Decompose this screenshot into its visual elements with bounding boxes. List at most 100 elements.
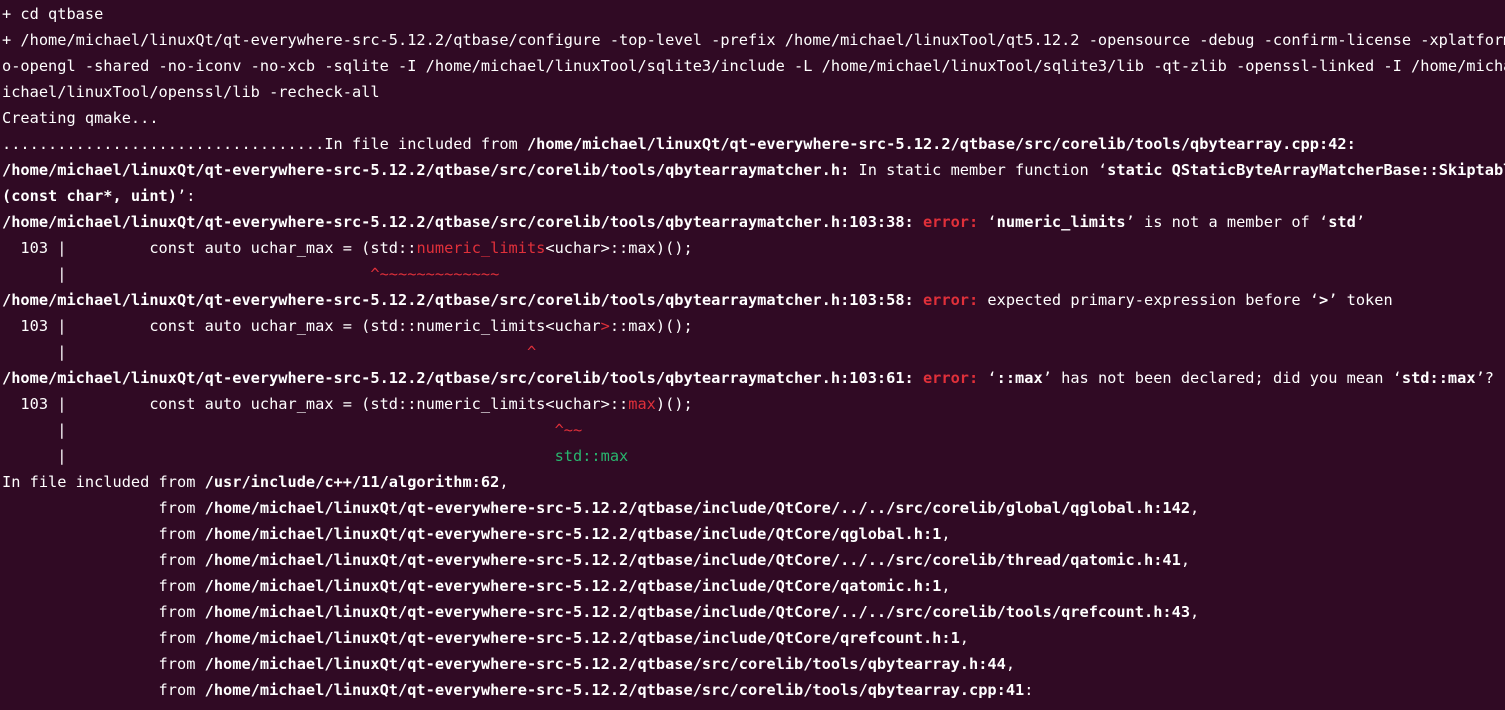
gutter: | <box>2 421 555 439</box>
include-from-line: from /home/michael/linuxQt/qt-everywhere… <box>0 677 1505 703</box>
punctuation: , <box>1005 655 1016 673</box>
symbol: > <box>1318 291 1329 309</box>
file-path: /home/michael/linuxQt/qt-everywhere-src-… <box>204 525 942 543</box>
include-from-line: from /home/michael/linuxQt/qt-everywhere… <box>0 625 1505 651</box>
fixit-suggestion: std::max <box>554 447 629 465</box>
error-message: ’ has not been declared; did you mean ‘ <box>1042 369 1402 387</box>
include-trace-line: ...................................In fi… <box>0 131 1505 157</box>
source-code: <uchar>::max)(); <box>545 239 693 257</box>
from-prefix: from <box>2 681 205 699</box>
include-trace-list: from /home/michael/linuxQt/qt-everywhere… <box>0 495 1505 703</box>
error-line: /home/michael/linuxQt/qt-everywhere-src-… <box>0 365 1505 391</box>
include-from-line: from /home/michael/linuxQt/qt-everywhere… <box>0 651 1505 677</box>
source-code: 103 | const auto uchar_max = (std:: <box>2 239 417 257</box>
gutter: | <box>2 265 371 283</box>
caret-line: | ^~~~~~~~~~~~~~ <box>0 261 1505 287</box>
file-path: /usr/include/c++/11/algorithm:62 <box>204 473 500 491</box>
file-path: /home/michael/linuxQt/qt-everywhere-src-… <box>204 577 942 595</box>
symbol: std <box>1328 213 1356 231</box>
terminal-line: Creating qmake... <box>2 109 159 127</box>
from-prefix: from <box>2 655 205 673</box>
file-path: /home/michael/linuxQt/qt-everywhere-src-… <box>526 135 1347 153</box>
include-text: In file included from <box>2 473 205 491</box>
caret-marker: ^ <box>526 343 537 361</box>
error-message: ’ is not a member of ‘ <box>1125 213 1329 231</box>
source-highlight: > <box>600 317 610 335</box>
error-line: /home/michael/linuxQt/qt-everywhere-src-… <box>0 287 1505 313</box>
source-code: )(); <box>655 395 693 413</box>
file-path: /home/michael/linuxQt/qt-everywhere-src-… <box>204 551 1181 569</box>
file-path: /home/michael/linuxQt/qt-everywhere-src-… <box>204 499 1191 517</box>
punctuation: : <box>1346 135 1356 153</box>
error-message: ‘ <box>978 369 997 387</box>
progress-dots: ...................................In fi… <box>2 135 527 153</box>
error-message: ’ token <box>1328 291 1393 309</box>
error-label: error: <box>913 291 979 309</box>
file-path: /home/michael/linuxQt/qt-everywhere-src-… <box>2 161 850 179</box>
file-path: /home/michael/linuxQt/qt-everywhere-src-… <box>2 291 914 309</box>
include-from-line: from /home/michael/linuxQt/qt-everywhere… <box>0 599 1505 625</box>
from-prefix: from <box>2 551 205 569</box>
error-line: /home/michael/linuxQt/qt-everywhere-src-… <box>0 209 1505 235</box>
punctuation: , <box>959 629 970 647</box>
punctuation: ’: <box>176 187 196 205</box>
function-signature: (const char*, uint) <box>2 187 177 205</box>
source-line: 103 | const auto uchar_max = (std::numer… <box>0 235 1505 261</box>
source-line: 103 | const auto uchar_max = (std::numer… <box>0 313 1505 339</box>
source-code: 103 | const auto uchar_max = (std::numer… <box>2 395 629 413</box>
source-code: 103 | const auto uchar_max = (std::numer… <box>2 317 601 335</box>
punctuation: , <box>941 525 951 543</box>
from-prefix: from <box>2 603 205 621</box>
terminal-line: + cd qtbase <box>2 5 104 23</box>
diagnostic-context-line: /home/michael/linuxQt/qt-everywhere-src-… <box>0 157 1505 183</box>
fixit-line: | std::max <box>0 443 1505 469</box>
error-message: ‘ <box>978 213 997 231</box>
error-message: expected primary-expression before ‘ <box>978 291 1319 309</box>
punctuation: , <box>1190 499 1200 517</box>
source-highlight: numeric_limits <box>416 239 546 257</box>
file-path: /home/michael/linuxQt/qt-everywhere-src-… <box>204 603 1191 621</box>
include-from-line: from /home/michael/linuxQt/qt-everywhere… <box>0 495 1505 521</box>
error-message: ’ <box>1355 213 1366 231</box>
caret-marker: ^~~ <box>554 421 583 439</box>
caret-line: | ^~~ <box>0 417 1505 443</box>
error-message: ’? <box>1475 369 1494 387</box>
terminal-output[interactable]: + cd qtbase + /home/michael/linuxQt/qt-e… <box>0 0 1505 710</box>
terminal-line: ichael/linuxTool/openssl/lib -recheck-al… <box>2 83 380 101</box>
error-label: error: <box>913 369 979 387</box>
include-from-line: from /home/michael/linuxQt/qt-everywhere… <box>0 521 1505 547</box>
include-from-line: from /home/michael/linuxQt/qt-everywhere… <box>0 573 1505 599</box>
punctuation: , <box>941 577 951 595</box>
file-path: /home/michael/linuxQt/qt-everywhere-src-… <box>204 655 1006 673</box>
context-text: In static member function ‘ <box>849 161 1108 179</box>
caret-line: | ^ <box>0 339 1505 365</box>
symbol: ::max <box>996 369 1043 387</box>
terminal-line: + /home/michael/linuxQt/qt-everywhere-sr… <box>2 31 1505 49</box>
file-path: /home/michael/linuxQt/qt-everywhere-src-… <box>2 369 914 387</box>
include-from-line: from /home/michael/linuxQt/qt-everywhere… <box>0 547 1505 573</box>
diagnostic-context-line: (const char*, uint)’: <box>0 183 1505 209</box>
from-prefix: from <box>2 525 205 543</box>
source-highlight: max <box>628 395 656 413</box>
punctuation: : <box>1024 681 1034 699</box>
file-path: /home/michael/linuxQt/qt-everywhere-src-… <box>204 629 960 647</box>
file-path: /home/michael/linuxQt/qt-everywhere-src-… <box>2 213 914 231</box>
punctuation: , <box>1190 603 1200 621</box>
gutter: | <box>2 447 555 465</box>
punctuation: , <box>499 473 509 491</box>
punctuation: , <box>1180 551 1191 569</box>
source-code: ::max)(); <box>609 317 693 335</box>
include-trace-line: In file included from /usr/include/c++/1… <box>0 469 1505 495</box>
symbol: numeric_limits <box>996 213 1126 231</box>
from-prefix: from <box>2 577 205 595</box>
error-label: error: <box>913 213 979 231</box>
file-path: /home/michael/linuxQt/qt-everywhere-src-… <box>204 681 1025 699</box>
source-line: 103 | const auto uchar_max = (std::numer… <box>0 391 1505 417</box>
function-signature: static QStaticByteArrayMatcherBase::Skip… <box>1107 161 1505 179</box>
from-prefix: from <box>2 499 205 517</box>
symbol: std::max <box>1401 369 1476 387</box>
terminal-line: o-opengl -shared -no-iconv -no-xcb -sqli… <box>2 57 1505 75</box>
from-prefix: from <box>2 629 205 647</box>
gutter: | <box>2 343 527 361</box>
caret-marker: ^~~~~~~~~~~~~~ <box>370 265 500 283</box>
